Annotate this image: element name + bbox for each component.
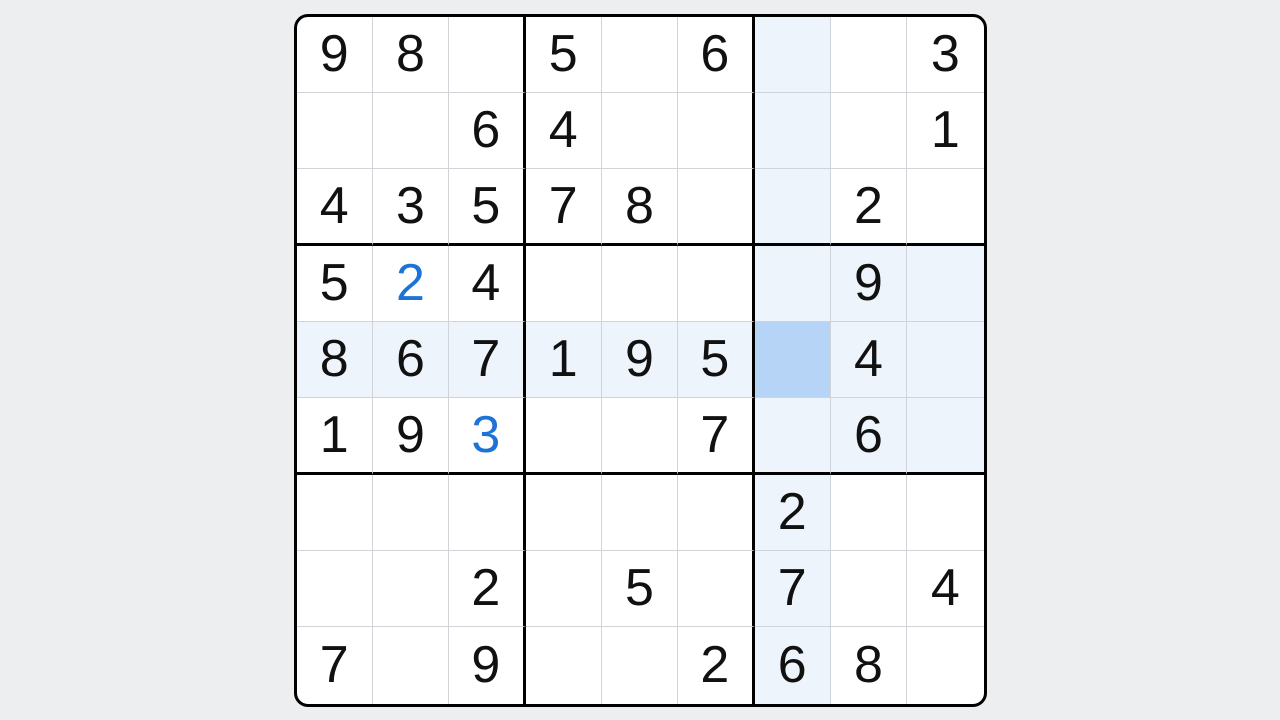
cell-r6-c2[interactable]: 9 <box>373 398 449 474</box>
cell-r1-c2[interactable]: 8 <box>373 17 449 93</box>
game-stage: 9856364143578252498671954193762257479268 <box>0 0 1280 720</box>
cell-r5-c2[interactable]: 6 <box>373 322 449 398</box>
cell-r5-c5[interactable]: 9 <box>602 322 678 398</box>
cell-r9-c5[interactable] <box>602 627 678 703</box>
cell-r3-c2[interactable]: 3 <box>373 169 449 245</box>
cell-r9-c9[interactable] <box>907 627 983 703</box>
cell-r5-c3[interactable]: 7 <box>449 322 525 398</box>
cell-r9-c2[interactable] <box>373 627 449 703</box>
cell-r8-c6[interactable] <box>678 551 754 627</box>
cell-r3-c4[interactable]: 7 <box>526 169 602 245</box>
cell-r4-c7[interactable] <box>755 246 831 322</box>
cell-r9-c8[interactable]: 8 <box>831 627 907 703</box>
cell-r3-c7[interactable] <box>755 169 831 245</box>
cell-r6-c3[interactable]: 3 <box>449 398 525 474</box>
cell-r7-c7[interactable]: 2 <box>755 475 831 551</box>
cell-r7-c4[interactable] <box>526 475 602 551</box>
cell-r6-c1[interactable]: 1 <box>297 398 373 474</box>
cell-r8-c5[interactable]: 5 <box>602 551 678 627</box>
cell-r1-c5[interactable] <box>602 17 678 93</box>
cell-r8-c3[interactable]: 2 <box>449 551 525 627</box>
cell-r7-c9[interactable] <box>907 475 983 551</box>
cell-r9-c1[interactable]: 7 <box>297 627 373 703</box>
cell-r1-c7[interactable] <box>755 17 831 93</box>
cell-r7-c2[interactable] <box>373 475 449 551</box>
cell-r8-c8[interactable] <box>831 551 907 627</box>
cell-r4-c5[interactable] <box>602 246 678 322</box>
cell-r6-c8[interactable]: 6 <box>831 398 907 474</box>
cell-r2-c2[interactable] <box>373 93 449 169</box>
cell-r3-c5[interactable]: 8 <box>602 169 678 245</box>
cell-r4-c9[interactable] <box>907 246 983 322</box>
cell-r9-c4[interactable] <box>526 627 602 703</box>
cell-r7-c3[interactable] <box>449 475 525 551</box>
cell-r1-c8[interactable] <box>831 17 907 93</box>
cell-r9-c6[interactable]: 2 <box>678 627 754 703</box>
cell-r2-c8[interactable] <box>831 93 907 169</box>
cell-r8-c4[interactable] <box>526 551 602 627</box>
cell-r7-c6[interactable] <box>678 475 754 551</box>
cell-r4-c2[interactable]: 2 <box>373 246 449 322</box>
cell-r2-c4[interactable]: 4 <box>526 93 602 169</box>
cell-r1-c3[interactable] <box>449 17 525 93</box>
cell-r5-c1[interactable]: 8 <box>297 322 373 398</box>
cell-r2-c5[interactable] <box>602 93 678 169</box>
cell-r3-c8[interactable]: 2 <box>831 169 907 245</box>
cell-r7-c8[interactable] <box>831 475 907 551</box>
cell-r8-c2[interactable] <box>373 551 449 627</box>
cell-r2-c3[interactable]: 6 <box>449 93 525 169</box>
cell-r6-c5[interactable] <box>602 398 678 474</box>
cell-r9-c7[interactable]: 6 <box>755 627 831 703</box>
cell-r5-c4[interactable]: 1 <box>526 322 602 398</box>
cell-r7-c5[interactable] <box>602 475 678 551</box>
cell-r9-c3[interactable]: 9 <box>449 627 525 703</box>
cell-r2-c1[interactable] <box>297 93 373 169</box>
cell-r8-c7[interactable]: 7 <box>755 551 831 627</box>
cell-r1-c9[interactable]: 3 <box>907 17 983 93</box>
cell-r2-c9[interactable]: 1 <box>907 93 983 169</box>
cell-r2-c7[interactable] <box>755 93 831 169</box>
cell-r4-c3[interactable]: 4 <box>449 246 525 322</box>
cell-r7-c1[interactable] <box>297 475 373 551</box>
cell-r1-c1[interactable]: 9 <box>297 17 373 93</box>
cell-r5-c7[interactable] <box>755 322 831 398</box>
cell-r5-c9[interactable] <box>907 322 983 398</box>
cell-r8-c9[interactable]: 4 <box>907 551 983 627</box>
cell-r8-c1[interactable] <box>297 551 373 627</box>
cell-r4-c4[interactable] <box>526 246 602 322</box>
sudoku-board: 9856364143578252498671954193762257479268 <box>294 14 987 707</box>
cell-r5-c6[interactable]: 5 <box>678 322 754 398</box>
cell-r3-c1[interactable]: 4 <box>297 169 373 245</box>
cell-r6-c9[interactable] <box>907 398 983 474</box>
cell-r4-c6[interactable] <box>678 246 754 322</box>
cell-r1-c4[interactable]: 5 <box>526 17 602 93</box>
cell-r4-c1[interactable]: 5 <box>297 246 373 322</box>
cell-r5-c8[interactable]: 4 <box>831 322 907 398</box>
cell-r6-c6[interactable]: 7 <box>678 398 754 474</box>
cell-r1-c6[interactable]: 6 <box>678 17 754 93</box>
cell-r3-c3[interactable]: 5 <box>449 169 525 245</box>
cell-r6-c7[interactable] <box>755 398 831 474</box>
cell-r2-c6[interactable] <box>678 93 754 169</box>
cell-r3-c9[interactable] <box>907 169 983 245</box>
cell-r3-c6[interactable] <box>678 169 754 245</box>
cell-r6-c4[interactable] <box>526 398 602 474</box>
cell-r4-c8[interactable]: 9 <box>831 246 907 322</box>
